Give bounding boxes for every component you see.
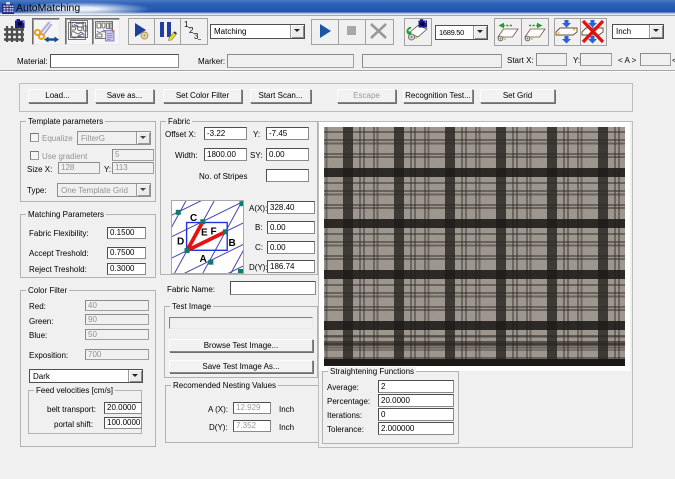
svg-text:E: E <box>201 228 208 239</box>
svg-text:A: A <box>200 254 207 265</box>
svg-text:B: B <box>229 238 236 249</box>
svg-text:C: C <box>190 213 197 224</box>
svg-text:F: F <box>211 227 217 238</box>
svg-text:D: D <box>177 237 184 248</box>
